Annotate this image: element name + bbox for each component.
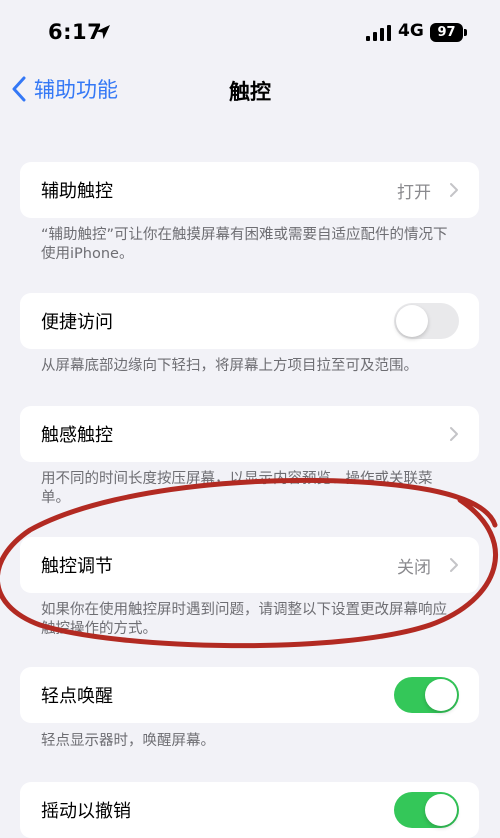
haptic-touch-row[interactable]: 触感触控 [20,406,479,462]
assistive-touch-description: “辅助触控”可让你在触摸屏幕有困难或需要自适应配件的情况下使用iPhone。 [41,227,448,262]
battery-icon: 97 [430,23,463,42]
tap-to-wake-label: 轻点唤醒 [41,686,113,707]
shake-to-undo-label: 摇动以撤销 [41,801,131,822]
status-bar: 6:17 4G 97 [0,0,500,62]
chevron-right-icon [450,558,458,572]
toggle-knob [425,794,457,826]
touch-accommodations-row[interactable]: 触控调节 关闭 [20,537,479,593]
reachability-label: 便捷访问 [41,312,113,333]
haptic-touch-label: 触感触控 [41,425,113,446]
battery-tip [464,29,467,36]
page-title: 触控 [229,80,271,104]
toggle-knob [425,679,457,711]
reachability-toggle[interactable] [394,303,459,339]
chevron-right-icon [450,427,458,441]
location-arrow-icon [96,25,110,39]
assistive-touch-value: 打开 [397,183,431,203]
haptic-touch-description: 用不同的时间长度按压屏幕，以显示内容预览、操作或关联菜单。 [41,471,433,506]
touch-accommodations-value: 关闭 [397,558,431,578]
battery-level: 97 [437,25,456,40]
assistive-touch-label: 辅助触控 [41,181,113,202]
touch-accommodations-label: 触控调节 [41,556,113,577]
touch-accommodations-description: 如果你在使用触控屏时遇到问题，请调整以下设置更改屏幕响应触控操作的方式。 [41,602,447,637]
tap-to-wake-row: 轻点唤醒 [20,667,479,723]
reachability-row: 便捷访问 [20,293,479,349]
chevron-right-icon [450,183,458,197]
network-type: 4G [398,21,424,41]
cellular-signal-icon [366,25,391,41]
toggle-knob [396,305,428,337]
assistive-touch-row[interactable]: 辅助触控 打开 [20,162,479,218]
navigation-bar: 辅助功能 触控 [0,62,500,118]
reachability-description: 从屏幕底部边缘向下轻扫，将屏幕上方项目拉至可及范围。 [41,358,418,374]
shake-to-undo-row: 摇动以撤销 [20,782,479,838]
tap-to-wake-description: 轻点显示器时，唤醒屏幕。 [41,733,215,749]
tap-to-wake-toggle[interactable] [394,677,459,713]
shake-to-undo-toggle[interactable] [394,792,459,828]
